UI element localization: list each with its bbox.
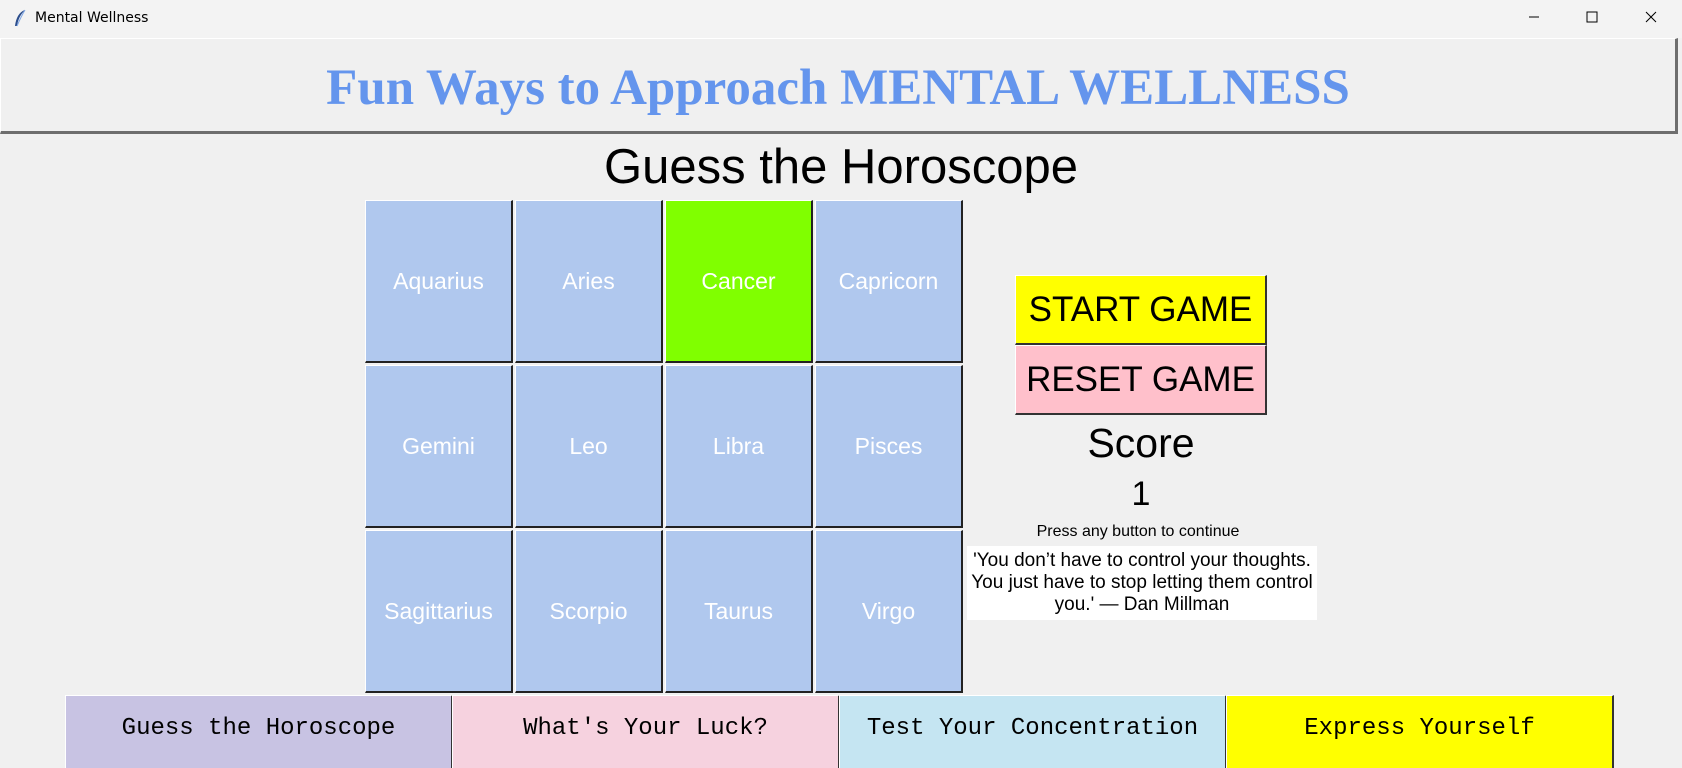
- minimize-button[interactable]: [1505, 0, 1563, 38]
- feather-icon: [12, 9, 28, 29]
- sign-button-pisces[interactable]: Pisces: [815, 365, 963, 528]
- sign-button-aquarius[interactable]: Aquarius: [365, 200, 513, 363]
- sign-button-gemini[interactable]: Gemini: [365, 365, 513, 528]
- continue-hint: Press any button to continue: [1036, 523, 1240, 540]
- minimize-icon: [1528, 10, 1540, 28]
- page-title: Guess the Horoscope: [604, 140, 1078, 194]
- score-value: 1: [1131, 475, 1151, 513]
- tab-guess-the-horoscope[interactable]: Guess the Horoscope: [65, 695, 453, 768]
- sign-button-leo[interactable]: Leo: [515, 365, 663, 528]
- tab-express-yourself[interactable]: Express Yourself: [1226, 695, 1614, 768]
- sign-button-aries[interactable]: Aries: [515, 200, 663, 363]
- sign-button-libra[interactable]: Libra: [665, 365, 813, 528]
- quote-box: 'You don’t have to control your thoughts…: [967, 546, 1317, 620]
- start-game-button[interactable]: START GAME: [1015, 275, 1267, 345]
- sign-button-scorpio[interactable]: Scorpio: [515, 530, 663, 693]
- tab-test-your-concentration[interactable]: Test Your Concentration: [839, 695, 1227, 768]
- sign-button-capricorn[interactable]: Capricorn: [815, 200, 963, 363]
- sign-button-sagittarius[interactable]: Sagittarius: [365, 530, 513, 693]
- sign-button-cancer[interactable]: Cancer: [665, 200, 813, 363]
- maximize-button[interactable]: [1563, 0, 1621, 38]
- maximize-icon: [1586, 10, 1598, 28]
- reset-game-button[interactable]: RESET GAME: [1015, 345, 1267, 415]
- score-label: Score: [1087, 420, 1195, 466]
- close-icon: [1645, 10, 1657, 28]
- banner-title: Fun Ways to Approach MENTAL WELLNESS: [326, 60, 1350, 116]
- sign-button-taurus[interactable]: Taurus: [665, 530, 813, 693]
- header-banner: Fun Ways to Approach MENTAL WELLNESS: [0, 38, 1678, 134]
- horoscope-grid: Aquarius Aries Cancer Capricorn Gemini L…: [365, 200, 965, 695]
- close-button[interactable]: [1622, 0, 1680, 38]
- tab-whats-your-luck[interactable]: What's Your Luck?: [452, 695, 840, 768]
- window-title: Mental Wellness: [35, 10, 149, 26]
- sign-button-virgo[interactable]: Virgo: [815, 530, 963, 693]
- window-titlebar: Mental Wellness: [0, 0, 1682, 38]
